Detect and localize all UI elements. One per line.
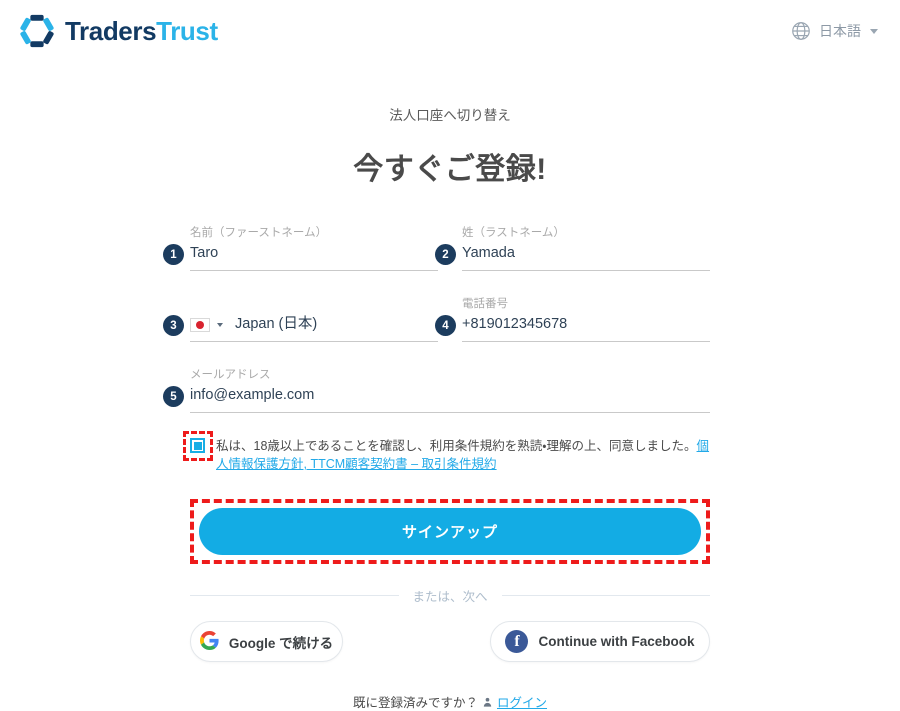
hexagon-segments-logo-icon [18, 12, 56, 50]
language-selector[interactable]: 日本語 [790, 20, 878, 42]
consent-checkbox[interactable] [190, 438, 205, 453]
chevron-down-icon [870, 28, 878, 34]
step-badge-4: 4 [435, 315, 456, 336]
first-name-label: 名前（ファーストネーム） [190, 227, 328, 239]
language-label: 日本語 [819, 23, 861, 39]
field-first-name: 1 名前（ファーストネーム） Taro [163, 224, 438, 271]
divider-line-left [190, 595, 399, 596]
form-row-email: 5 メールアドレス info@example.com [163, 366, 710, 413]
facebook-button-label: Continue with Facebook [538, 634, 695, 649]
brand-wordmark: TradersTrust [65, 18, 218, 44]
consent-row: 私は、18歳以上であることを確認し、利用条件規約を熟読・理解の上、同意しました。… [183, 431, 710, 473]
google-signup-button[interactable]: Google で続ける [190, 621, 343, 662]
switch-to-corporate-link[interactable]: 法人口座へ切り替え [0, 104, 900, 124]
brand-logo[interactable]: TradersTrust [18, 12, 218, 50]
chevron-down-icon [217, 322, 223, 327]
divider-label: または、次へ [412, 590, 488, 604]
divider-line-right [501, 595, 711, 596]
consent-text: 私は、18歳以上であることを確認し、利用条件規約を熟読・理解の上、同意しました。… [216, 437, 710, 473]
form-row-name: 1 名前（ファーストネーム） Taro 2 姓（ラストネーム） Yamada [163, 224, 710, 271]
step-badge-5: 5 [163, 386, 184, 407]
login-link[interactable]: ログイン [497, 692, 547, 711]
brand-name-second: Trust [156, 16, 218, 46]
brand-name-first: Traders [65, 16, 157, 46]
facebook-f-icon: f [505, 630, 529, 653]
field-country: 3 Japan (日本) [163, 295, 438, 342]
japan-flag-icon [190, 317, 210, 332]
login-question: 既に登録済みですか？ [352, 696, 478, 710]
google-button-label: Google で続ける [228, 635, 334, 651]
facebook-signup-button[interactable]: f Continue with Facebook [490, 621, 710, 662]
email-label: メールアドレス [190, 369, 271, 381]
step-badge-1: 1 [163, 244, 184, 265]
consent-statement: 私は、18歳以上であることを確認し、利用条件規約を熟読・理解の上、同意しました。 [216, 439, 697, 453]
phone-label: 電話番号 [462, 298, 508, 310]
phone-input[interactable]: +819012345678 [462, 311, 710, 342]
page-title: 今すぐご登録! [353, 153, 547, 186]
field-phone: 4 電話番号 +819012345678 [435, 295, 710, 342]
step-badge-2: 2 [435, 244, 456, 265]
field-email: 5 メールアドレス info@example.com [163, 366, 710, 413]
person-icon [482, 696, 493, 708]
globe-icon [790, 20, 812, 42]
login-prompt: 既に登録済みですか？ ログイン [190, 692, 710, 711]
signup-button[interactable]: サインアップ [199, 508, 701, 555]
field-last-name: 2 姓（ラストネーム） Yamada [435, 224, 710, 271]
signup-form: 1 名前（ファーストネーム） Taro 2 姓（ラストネーム） Yamada 3… [163, 224, 711, 711]
social-divider: または、次へ [190, 586, 711, 605]
form-row-contact: 3 Japan (日本) 4 電話番号 +819012345678 [163, 295, 710, 342]
social-buttons: Google で続ける f Continue with Facebook [190, 621, 710, 662]
consent-checkbox-wrap [183, 431, 213, 461]
country-select[interactable]: Japan (日本) [190, 311, 438, 342]
last-name-label: 姓（ラストネーム） [462, 227, 565, 239]
google-g-icon [199, 630, 219, 653]
country-value: Japan (日本) [235, 316, 318, 332]
first-name-input[interactable]: Taro [190, 240, 438, 271]
step-badge-3: 3 [163, 315, 184, 336]
last-name-input[interactable]: Yamada [462, 240, 710, 271]
page-header: TradersTrust 日本語 [0, 0, 900, 62]
email-input[interactable]: info@example.com [190, 382, 710, 413]
signup-button-wrap: サインアップ [190, 499, 710, 564]
